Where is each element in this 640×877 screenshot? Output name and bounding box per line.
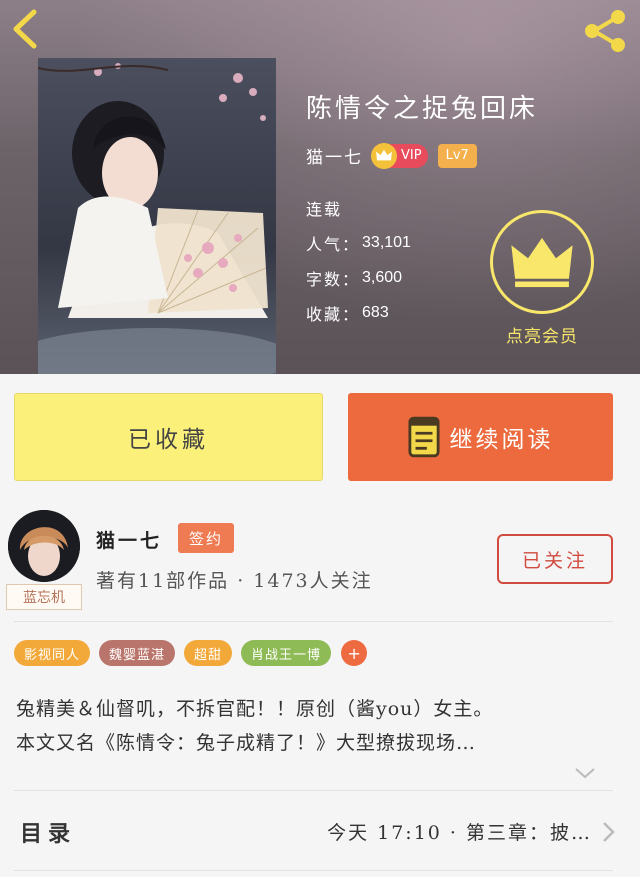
- description-line: 兔精美＆仙督叽，不拆官配！！原创（酱you）女主。: [16, 698, 494, 720]
- tag-item[interactable]: 肖战王一博: [241, 640, 332, 666]
- book-description[interactable]: 兔精美＆仙督叽，不拆官配！！原创（酱you）女主。 本文又名《陈情令：兔子成精了…: [16, 692, 624, 760]
- favorites-value: 683: [362, 303, 389, 321]
- tag-list: 影视同人 魏婴蓝湛 超甜 肖战王一博 +: [14, 640, 368, 666]
- book-icon: [407, 416, 440, 458]
- crown-icon: [511, 237, 573, 288]
- tag-item[interactable]: 超甜: [184, 640, 233, 666]
- vip-label: VIP: [401, 148, 422, 163]
- back-button[interactable]: [6, 6, 46, 52]
- toc-title: 目录: [20, 821, 77, 847]
- chevron-down-icon: [575, 768, 595, 779]
- member-button[interactable]: [490, 210, 594, 314]
- table-of-contents-row[interactable]: 目录 今天 17:10 · 第三章：披…: [0, 792, 640, 870]
- word-count-label: 字数：: [306, 269, 361, 289]
- divider: [14, 790, 613, 791]
- author-row: 猫一七 VIP Lv7: [306, 142, 477, 169]
- tag-item[interactable]: 魏婴蓝湛: [99, 640, 176, 666]
- book-title: 陈情令之捉兔回床: [306, 94, 539, 124]
- tag-item[interactable]: 影视同人: [14, 640, 91, 666]
- popularity-value: 33,101: [362, 233, 411, 251]
- popularity-label: 人气：: [306, 234, 361, 254]
- crown-icon: [371, 142, 397, 169]
- author-card: 蓝忘机 猫一七 签约 著有11部作品 · 1473人关注 已关注: [0, 496, 640, 621]
- follow-button[interactable]: 已关注: [497, 534, 613, 584]
- book-detail-page: 陈情令之捉兔回床 猫一七 VIP Lv7 连载 人气： 33,101 字数： 3,6…: [0, 0, 640, 877]
- book-cover[interactable]: [38, 58, 276, 374]
- continue-reading-button[interactable]: 继续阅读: [348, 393, 613, 481]
- author-card-name[interactable]: 猫一七: [96, 526, 162, 553]
- signed-badge: 签约: [178, 523, 234, 553]
- divider: [14, 621, 613, 622]
- vip-badge: VIP: [371, 142, 428, 169]
- chevron-right-icon: [600, 820, 616, 844]
- level-badge: Lv7: [437, 143, 477, 168]
- serial-status: 连载: [306, 199, 343, 219]
- share-icon: [585, 10, 625, 52]
- saved-button[interactable]: 已收藏: [14, 393, 323, 481]
- latest-chapter: 今天 17:10 · 第三章：披…: [327, 822, 592, 844]
- book-stats: 连载 人气： 33,101 字数： 3,600 收藏： 683: [306, 190, 411, 330]
- continue-reading-label: 继续阅读: [449, 427, 554, 453]
- divider: [14, 870, 613, 871]
- word-count-value: 3,600: [362, 268, 403, 286]
- author-name[interactable]: 猫一七: [306, 143, 363, 168]
- share-button[interactable]: [580, 8, 630, 54]
- favorites-label: 收藏：: [306, 304, 361, 324]
- expand-button[interactable]: [572, 764, 598, 782]
- chevron-left-icon: [13, 9, 37, 49]
- action-bar: 已收藏 继续阅读: [0, 374, 640, 496]
- member-label[interactable]: 点亮会员: [496, 322, 588, 347]
- book-header: 陈情令之捉兔回床 猫一七 VIP Lv7 连载 人气： 33,101 字数： 3,6…: [0, 0, 640, 374]
- add-tag-button[interactable]: +: [341, 640, 368, 666]
- description-line: 本文又名《陈情令：兔子成精了！》大型撩拔现场…: [16, 732, 477, 754]
- cover-illustration: [38, 58, 276, 374]
- avatar[interactable]: [8, 510, 80, 582]
- author-stats: 著有11部作品 · 1473人关注: [96, 570, 373, 592]
- avatar-frame-tag: 蓝忘机: [6, 584, 82, 610]
